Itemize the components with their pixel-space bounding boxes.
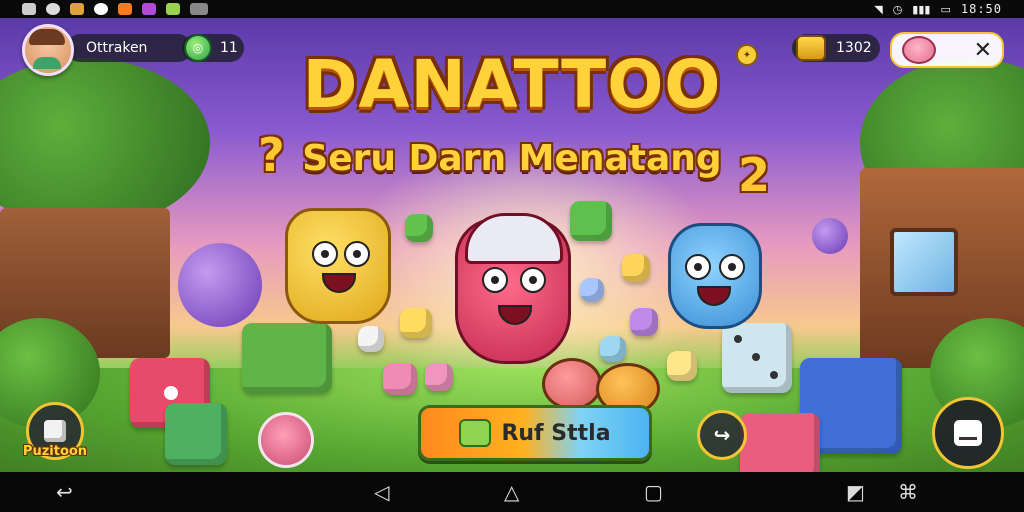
character-face-button[interactable] [258,412,314,468]
coin-icon [796,35,826,61]
deco-number-right: 2 [738,148,771,202]
share-arrow-button[interactable]: ↪ [697,410,747,460]
nav-screenshot-icon[interactable]: ◩ [846,480,865,504]
game-subtitle: Seru Darn Menatang [302,138,722,179]
green-cart-die [242,323,332,393]
small-pink-blob [542,358,602,410]
app-icon [22,3,36,15]
leaf-icon [166,3,180,15]
arrow-icon: ↪ [713,423,731,447]
player-avatar[interactable] [22,24,74,76]
system-icons: ◥ ◷ ▮▮▮ ▭ 18:50 [874,2,1024,16]
house-window [890,228,958,296]
purple-orb [178,243,262,327]
cube-icon [44,420,66,442]
music-icon [190,3,208,15]
small-die-10 [580,278,604,302]
small-die-11 [400,308,432,338]
small-die-2 [358,326,384,352]
puzzle-button[interactable]: Puzitoon [23,402,87,462]
play-label: Ruf Sttla [501,420,611,446]
nav-back-gesture-icon[interactable]: ↩ [56,480,73,504]
wifi-icon: ◥ [874,2,883,16]
game-icon [70,3,84,15]
nav-recent-icon[interactable]: ▢ [644,480,663,504]
mascot-icon [94,3,108,15]
gem-counter[interactable]: ◎ 11 [182,34,244,62]
gem-count: 11 [220,40,238,56]
yellow-character [285,208,391,324]
menu-button[interactable] [932,397,1004,469]
nav-home-icon[interactable]: △ [504,480,519,504]
signal-icon: ▮▮▮ [912,2,931,16]
chat-icon [46,3,60,15]
blue-character [668,223,762,329]
coin-counter[interactable]: 1302 [792,34,880,62]
menu-icon [954,420,982,446]
alarm-icon: ◷ [892,2,903,16]
star-icon: ✦ [736,44,758,66]
small-die-7 [630,308,658,336]
nav-back-icon[interactable]: ◁ [374,480,389,504]
play-button[interactable]: Ruf Sttla [418,405,652,461]
gem-icon: ◎ [184,34,212,62]
status-clock: 18:50 [960,2,1002,16]
small-die-5 [405,214,433,242]
small-die-6 [622,254,650,282]
small-die-1 [383,363,417,395]
pig-icon[interactable] [902,36,936,64]
navigation-bar: ↩ ◁ △ ▢ ◩ ⌘ [0,472,1024,512]
player-name: Ottraken [86,40,148,56]
video-icon [142,3,156,15]
small-die-8 [600,336,626,362]
small-die-3 [425,363,453,391]
shop-panel[interactable]: ✕ [890,32,1004,68]
orange-app-icon [118,3,132,15]
status-bar: ◥ ◷ ▮▮▮ ▭ 18:50 [0,0,1024,18]
puzzle-label: Puzitoon [22,444,88,459]
nav-gesture-icon[interactable]: ⌘ [898,480,918,504]
light-die [722,323,792,393]
purple-orb-small [812,218,848,254]
close-icon[interactable]: ✕ [974,38,992,63]
small-die-4 [570,201,612,241]
battery-icon: ▭ [940,2,951,16]
pink-x-die [740,413,820,472]
player-name-pill[interactable]: Ottraken [66,34,192,62]
game-scene: DANATTOO Seru Darn Menatang ? 2 [0,18,1024,472]
small-die-9 [667,351,697,381]
coin-count: 1302 [836,40,872,56]
green-die [165,403,227,465]
play-icon [459,419,492,447]
notification-icons [0,3,208,15]
deco-question-left: ? [258,128,285,182]
